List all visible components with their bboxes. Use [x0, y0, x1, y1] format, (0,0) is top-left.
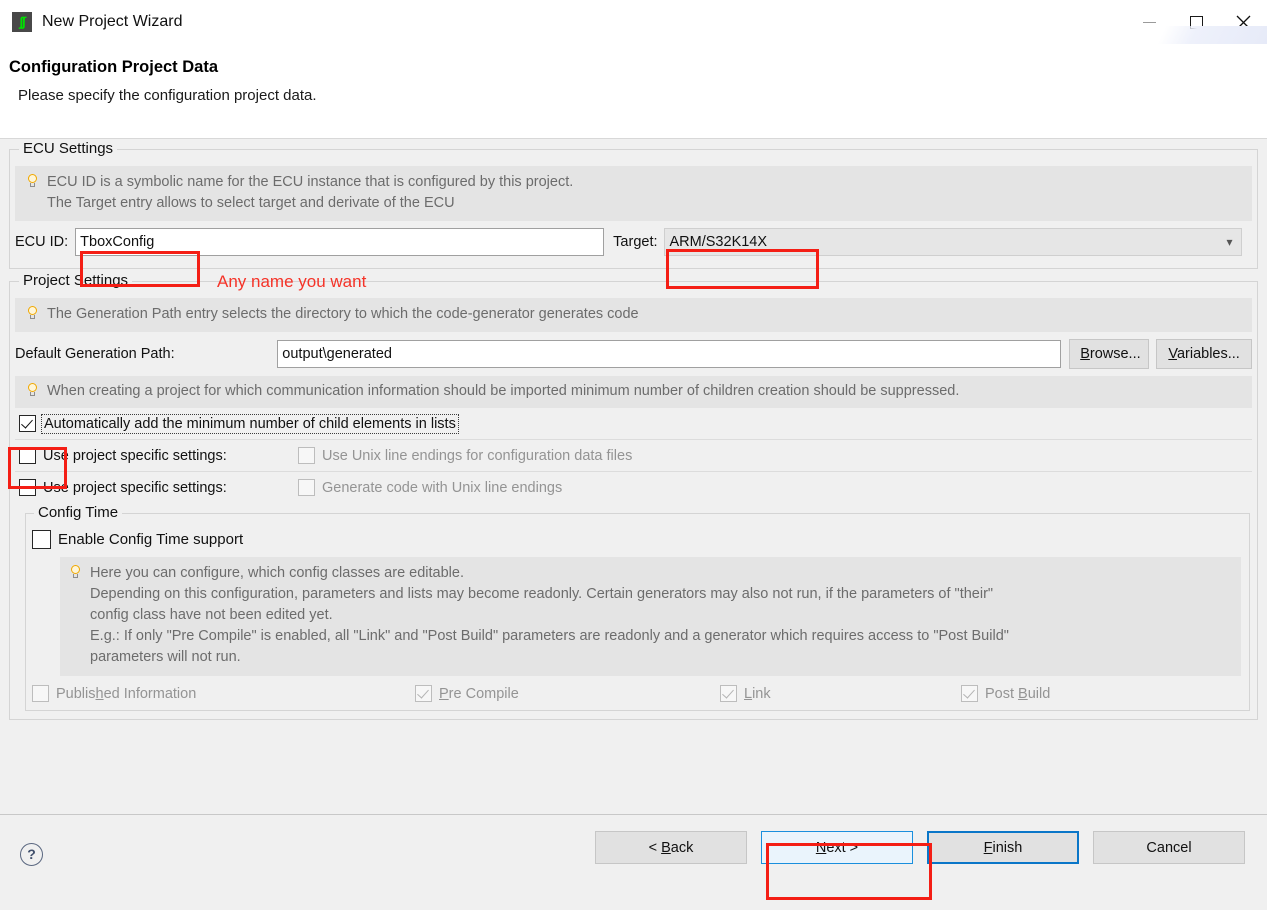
target-combobox[interactable]: ARM/S32K14X ▾: [663, 228, 1242, 256]
config-time-title: Config Time: [34, 504, 123, 521]
project-settings-group: Project Settings The Generation Path ent…: [9, 272, 1258, 720]
children-creation-hint: When creating a project for which commun…: [15, 376, 1252, 408]
config-time-hint-line-4: E.g.: If only "Pre Compile" is enabled, …: [90, 628, 1009, 644]
config-time-hint: Here you can configure, which config cla…: [60, 557, 1241, 676]
unix-line-endings-code-checkbox: [298, 479, 315, 496]
post-build-label: Post Build: [985, 685, 1051, 702]
unix-line-endings-code-label: Generate code with Unix line endings: [322, 479, 563, 496]
project-specific-settings-row-2[interactable]: Use project specific settings: Generate …: [15, 472, 1252, 503]
target-label: Target:: [613, 234, 658, 250]
hint-bulb-icon: [27, 306, 39, 322]
config-time-group: Config Time Enable Config Time support H…: [25, 504, 1250, 711]
ecu-id-row: ECU ID: Target: ARM/S32K14X ▾: [15, 221, 1252, 262]
auto-add-children-label: Automatically add the minimum number of …: [41, 413, 459, 434]
generation-path-row: Default Generation Path: Browse... Varia…: [15, 332, 1252, 376]
published-information-checkbox: [32, 685, 49, 702]
link-label: Link: [744, 685, 771, 702]
variables-label-rest: ariables...: [1176, 346, 1240, 362]
next-button[interactable]: Next >: [761, 831, 913, 864]
enable-config-time-row[interactable]: Enable Config Time support: [32, 530, 1241, 557]
finish-button[interactable]: Finish: [927, 831, 1079, 864]
title-bar: ∫∫ New Project Wizard: [0, 0, 1267, 50]
ecu-id-annotation: Any name you want: [217, 272, 367, 291]
link-checkbox: [720, 685, 737, 702]
back-button[interactable]: < Back: [595, 831, 747, 864]
project-specific-label-2: Use project specific settings:: [43, 479, 227, 496]
help-icon[interactable]: ?: [20, 843, 43, 866]
enable-config-time-label: Enable Config Time support: [58, 531, 244, 548]
project-specific-checkbox-1[interactable]: [19, 447, 36, 464]
enable-config-time-checkbox[interactable]: [32, 530, 51, 549]
config-time-hint-line-1: Here you can configure, which config cla…: [90, 565, 464, 581]
generation-path-input[interactable]: [277, 340, 1062, 368]
hint-bulb-icon: [27, 383, 39, 399]
config-time-hint-line-5: parameters will not run.: [90, 649, 241, 665]
ecu-hint-line-1: ECU ID is a symbolic name for the ECU in…: [47, 174, 574, 190]
project-specific-label-1: Use project specific settings:: [43, 447, 227, 464]
cancel-button[interactable]: Cancel: [1093, 831, 1245, 864]
browse-button[interactable]: Browse...: [1069, 339, 1150, 369]
maximize-icon[interactable]: [1173, 0, 1220, 44]
pre-compile-checkbox: [415, 685, 432, 702]
project-specific-checkbox-2[interactable]: [19, 479, 36, 496]
config-time-hint-line-2: Depending on this configuration, paramet…: [90, 586, 994, 602]
chevron-down-icon: ▾: [1226, 235, 1233, 249]
unix-line-endings-config-checkbox: [298, 447, 315, 464]
minimize-icon[interactable]: [1126, 0, 1173, 44]
generation-path-hint: The Generation Path entry selects the di…: [47, 306, 639, 322]
ecu-hint-line-2: The Target entry allows to select target…: [47, 195, 455, 211]
ecu-settings-group: ECU Settings ECU ID is a symbolic name f…: [9, 140, 1258, 269]
ecu-settings-title: ECU Settings: [19, 140, 118, 157]
published-information-label: Published Information: [56, 685, 197, 702]
pre-compile-label: Pre Compile: [439, 685, 519, 702]
wizard-buttons: < Back Next > Finish Cancel: [595, 831, 1245, 864]
eb-logo-icon: ∫∫: [12, 12, 32, 32]
auto-add-children-checkbox[interactable]: [19, 415, 36, 432]
ecu-settings-hint: ECU ID is a symbolic name for the ECU in…: [15, 166, 1252, 221]
ecu-id-input[interactable]: [75, 228, 605, 256]
project-settings-hint: The Generation Path entry selects the di…: [15, 298, 1252, 332]
close-icon[interactable]: [1220, 0, 1267, 44]
auto-add-children-row[interactable]: Automatically add the minimum number of …: [15, 408, 1252, 440]
config-time-hint-line-3: config class have not been edited yet.: [90, 607, 333, 623]
config-class-row: Published Information Pre Compile Link P…: [32, 676, 1241, 704]
page-title: Configuration Project Data: [9, 58, 219, 76]
ecu-id-label: ECU ID:: [15, 234, 69, 250]
hint-bulb-icon: [27, 174, 39, 190]
window-title: New Project Wizard: [42, 13, 183, 30]
project-settings-title: Project Settings: [19, 272, 133, 289]
wizard-footer: ? < Back Next > Finish Cancel: [0, 814, 1267, 910]
page-subtitle: Please specify the configuration project…: [18, 87, 317, 104]
hint-bulb-icon: [70, 565, 82, 581]
unix-line-endings-config-label: Use Unix line endings for configuration …: [322, 447, 633, 464]
post-build-checkbox: [961, 685, 978, 702]
generation-path-label: Default Generation Path:: [15, 346, 175, 362]
target-value: ARM/S32K14X: [669, 234, 768, 250]
wizard-header: Configuration Project Data Please specif…: [0, 44, 1267, 139]
project-specific-settings-row-1[interactable]: Use project specific settings: Use Unix …: [15, 440, 1252, 472]
window-controls: [1126, 0, 1267, 44]
browse-label-rest: rowse...: [1089, 346, 1141, 362]
children-hint-text: When creating a project for which commun…: [47, 383, 960, 399]
variables-button[interactable]: Variables...: [1156, 339, 1252, 369]
wizard-content: ECU Settings ECU ID is a symbolic name f…: [0, 139, 1267, 815]
